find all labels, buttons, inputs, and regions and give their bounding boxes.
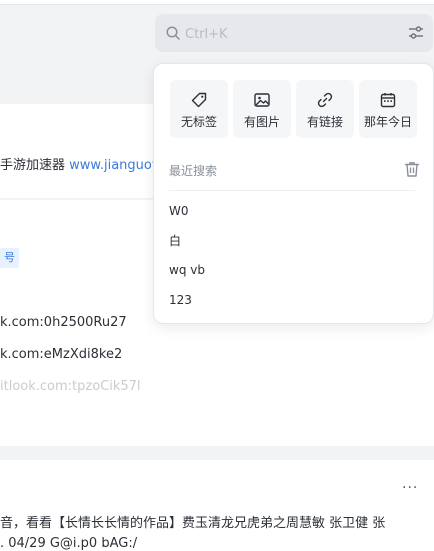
memo-line: itlook.com:tpzoCik57l <box>0 379 141 394</box>
recent-search-item[interactable]: 白 <box>169 229 419 253</box>
more-options-icon[interactable]: ··· <box>402 480 418 496</box>
recent-search-item[interactable]: W0 <box>169 199 419 223</box>
recent-search-item[interactable]: wq vb <box>169 258 419 282</box>
recent-searches-title: 最近搜索 <box>169 164 218 178</box>
memo-text: 手游加速器 www.jianguoyu <box>0 154 168 173</box>
quick-filter-label: 无标签 <box>180 115 217 129</box>
memo-line: k.com:0h2500Ru27 <box>0 315 127 330</box>
recent-search-item[interactable]: 123 <box>169 288 419 312</box>
tag-icon <box>191 92 207 108</box>
memo-line: 音，看看【长情长长情的作品】费玉清龙兄虎弟之周慧敏 张卫健 张 <box>0 516 386 531</box>
quick-filter-label: 那年今日 <box>363 115 412 129</box>
quick-filter-label: 有链接 <box>306 115 343 129</box>
filter-settings-icon[interactable] <box>407 24 425 42</box>
image-icon <box>254 93 270 107</box>
recent-searches-header: 最近搜索 <box>169 160 421 180</box>
search-dropdown: 无标签 有图片 有链接 那年今日 最近搜索 W0 白 wq vb 123 <box>153 63 434 324</box>
quick-filter-has-link[interactable]: 有链接 <box>296 80 354 138</box>
divider <box>169 190 415 191</box>
memo-tag[interactable]: 号 <box>0 248 19 268</box>
memo-line: . 04/29 G@i.p0 bAG:/ <box>0 536 138 551</box>
search-icon <box>166 26 180 40</box>
quick-filter-label: 有图片 <box>243 115 280 129</box>
trash-icon[interactable] <box>403 160 421 178</box>
quick-filter-on-this-day[interactable]: 那年今日 <box>359 80 417 138</box>
quick-filter-no-tag[interactable]: 无标签 <box>170 80 228 138</box>
link-icon <box>317 92 333 108</box>
quick-filter-has-image[interactable]: 有图片 <box>233 80 291 138</box>
memo-card: 音，看看【长情长长情的作品】费玉清龙兄虎弟之周慧敏 张卫健 张 . 04/29 … <box>0 460 434 551</box>
calendar-icon <box>380 93 396 108</box>
memo-text-content: 手游加速器 <box>0 158 70 173</box>
top-bar <box>0 0 434 5</box>
search-box[interactable] <box>155 14 433 52</box>
search-input[interactable] <box>183 22 387 46</box>
memo-line: k.com:eMzXdi8ke2 <box>0 347 123 362</box>
